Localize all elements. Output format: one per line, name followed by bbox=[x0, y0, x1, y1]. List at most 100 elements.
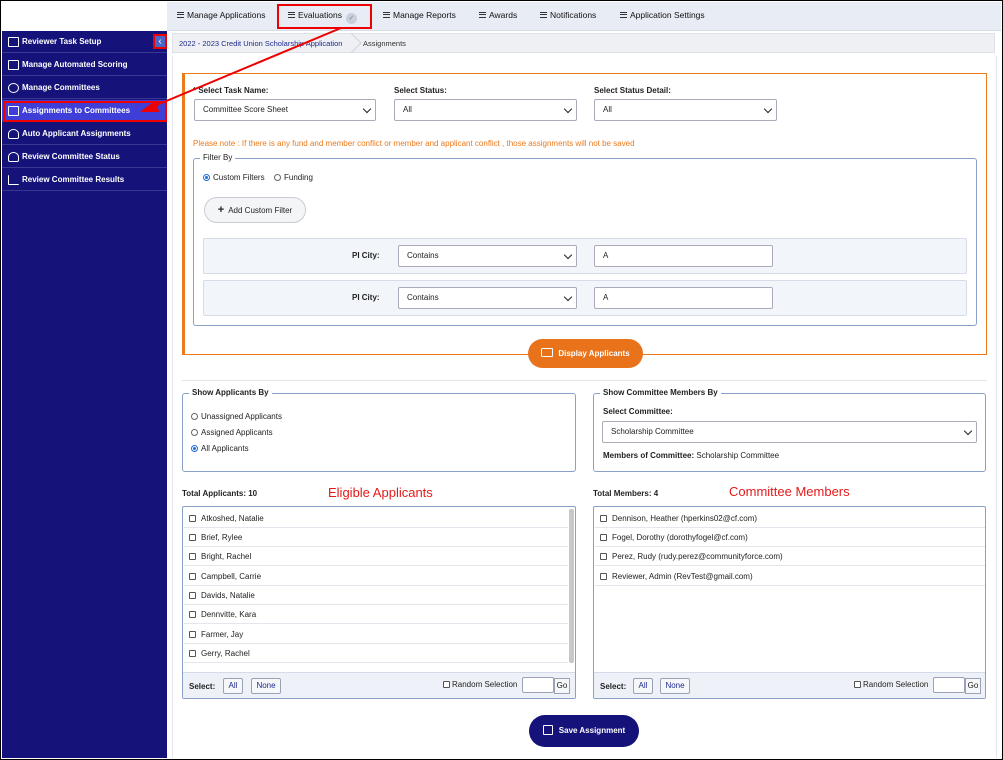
select-all-button[interactable]: All bbox=[633, 678, 653, 694]
list-item[interactable]: Dennvitte, Kara bbox=[189, 610, 256, 619]
nav-application-settings[interactable]: Application Settings bbox=[620, 10, 705, 20]
list-item[interactable]: Davids, Natalie bbox=[189, 591, 255, 600]
checkbox-icon bbox=[189, 611, 196, 618]
sidebar-item-manage-automated-scoring[interactable]: Manage Automated Scoring bbox=[2, 54, 167, 76]
radio-selected-icon bbox=[191, 445, 198, 452]
sidebar-item-reviewer-task-setup[interactable]: Reviewer Task Setup bbox=[2, 31, 167, 53]
list-item[interactable]: Farmer, Jay bbox=[189, 630, 243, 639]
select-value: Contains bbox=[407, 293, 439, 302]
gear-doc-icon bbox=[8, 37, 19, 47]
breadcrumb-separator-icon bbox=[350, 33, 362, 53]
display-applicants-button[interactable]: Display Applicants bbox=[528, 339, 643, 368]
task-name-select[interactable]: Committee Score Sheet bbox=[194, 99, 376, 121]
save-assignment-button[interactable]: Save Assignment bbox=[529, 715, 639, 747]
sidebar-item-review-committee-status[interactable]: Review Committee Status bbox=[2, 146, 167, 168]
nav-manage-reports[interactable]: Manage Reports bbox=[383, 10, 456, 20]
random-count-input[interactable] bbox=[522, 677, 554, 693]
chevron-down-icon bbox=[963, 426, 973, 436]
go-button[interactable]: Go bbox=[965, 678, 981, 694]
row-divider bbox=[184, 565, 568, 566]
select-value: All bbox=[603, 105, 612, 114]
radio-unassigned-applicants[interactable]: Unassigned Applicants bbox=[191, 412, 282, 421]
sidebar: Reviewer Task Setup Manage Automated Sco… bbox=[2, 31, 167, 758]
row-divider bbox=[595, 585, 985, 586]
list-item[interactable]: Perez, Rudy (rudy.perez@communityforce.c… bbox=[600, 552, 783, 561]
radio-unselected-icon bbox=[191, 413, 198, 420]
list-item[interactable]: Campbell, Carrie bbox=[189, 572, 261, 581]
add-custom-filter-button[interactable]: + Add Custom Filter bbox=[204, 197, 306, 223]
applicants-list: Atkoshed, Natalie Brief, Rylee Bright, R… bbox=[182, 506, 576, 699]
checkbox-icon bbox=[189, 650, 196, 657]
status-select[interactable]: All bbox=[394, 99, 577, 121]
list-item[interactable]: Gerry, Rachel bbox=[189, 649, 250, 658]
menu-icon bbox=[177, 12, 184, 18]
list-item[interactable]: Reviewer, Admin (RevTest@gmail.com) bbox=[600, 572, 753, 581]
list-item[interactable]: Brief, Rylee bbox=[189, 533, 242, 542]
list-item[interactable]: Atkoshed, Natalie bbox=[189, 514, 264, 523]
evaluations-highlight-box bbox=[277, 4, 372, 29]
random-selection-checkbox[interactable]: Random Selection bbox=[854, 680, 928, 689]
select-none-button[interactable]: None bbox=[251, 678, 281, 694]
filter-row-2-label: PI City: bbox=[352, 293, 380, 302]
assignments-highlight-box bbox=[3, 101, 167, 122]
select-committee-label: Select Committee: bbox=[603, 407, 673, 416]
row-divider bbox=[184, 643, 568, 644]
row-divider bbox=[184, 662, 568, 663]
nav-manage-applications[interactable]: Manage Applications bbox=[177, 10, 265, 20]
chevron-down-icon bbox=[563, 292, 573, 302]
list-item[interactable]: Dennison, Heather (hperkins02@cf.com) bbox=[600, 514, 757, 523]
select-none-button[interactable]: None bbox=[660, 678, 690, 694]
random-selection-checkbox[interactable]: Random Selection bbox=[443, 680, 517, 689]
menu-icon bbox=[620, 12, 627, 18]
conflict-note: Please note : If there is any fund and m… bbox=[193, 139, 635, 148]
sidebar-collapse-button[interactable]: ‹ bbox=[153, 34, 167, 49]
row-divider bbox=[184, 623, 568, 624]
checkbox-icon bbox=[854, 681, 861, 688]
radio-assigned-applicants[interactable]: Assigned Applicants bbox=[191, 428, 273, 437]
sidebar-item-manage-committees[interactable]: Manage Committees bbox=[2, 77, 167, 99]
committee-select[interactable]: Scholarship Committee bbox=[602, 421, 977, 443]
nav-awards[interactable]: Awards bbox=[479, 10, 517, 20]
chevron-down-icon bbox=[362, 104, 372, 114]
select-value: All bbox=[403, 105, 412, 114]
radio-all-applicants[interactable]: All Applicants bbox=[191, 444, 249, 453]
list-item-label: Dennison, Heather (hperkins02@cf.com) bbox=[612, 514, 758, 523]
row-divider bbox=[595, 546, 985, 547]
random-count-input[interactable] bbox=[933, 677, 965, 693]
select-all-button[interactable]: All bbox=[223, 678, 243, 694]
checkbox-icon bbox=[189, 515, 196, 522]
list-item[interactable]: Bright, Rachel bbox=[189, 552, 251, 561]
radio-label: All Applicants bbox=[201, 444, 249, 453]
nav-label: Manage Applications bbox=[187, 10, 266, 20]
go-button[interactable]: Go bbox=[554, 678, 570, 694]
radio-funding[interactable]: Funding bbox=[274, 173, 313, 182]
members-of-committee: Members of Committee: Scholarship Commit… bbox=[603, 451, 779, 460]
chart-icon bbox=[8, 175, 19, 185]
radio-unselected-icon bbox=[191, 429, 198, 436]
nav-label: Manage Reports bbox=[393, 10, 456, 20]
task-name-label: * Select Task Name: bbox=[193, 86, 269, 95]
filter-row-2-operator-select[interactable]: Contains bbox=[398, 287, 577, 309]
radio-custom-filters[interactable]: Custom Filters bbox=[203, 173, 265, 182]
nav-label: Application Settings bbox=[630, 10, 705, 20]
filter-row-1-value-input[interactable]: A bbox=[594, 245, 773, 267]
status-detail-select[interactable]: All bbox=[594, 99, 777, 121]
row-divider bbox=[184, 585, 568, 586]
sidebar-item-review-committee-results[interactable]: Review Committee Results bbox=[2, 169, 167, 191]
chevron-down-icon bbox=[763, 104, 773, 114]
list-item-label: Davids, Natalie bbox=[201, 591, 255, 600]
sidebar-item-auto-applicant-assignments[interactable]: Auto Applicant Assignments bbox=[2, 123, 167, 145]
breadcrumb-parent-link[interactable]: 2022 - 2023 Credit Union Scholarship App… bbox=[179, 39, 342, 48]
filter-row-1-operator-select[interactable]: Contains bbox=[398, 245, 577, 267]
list-item-label: Campbell, Carrie bbox=[201, 572, 262, 581]
sidebar-item-label: Auto Applicant Assignments bbox=[22, 129, 131, 138]
nav-notifications[interactable]: Notifications bbox=[540, 10, 596, 20]
applicants-scrollbar[interactable] bbox=[569, 509, 574, 663]
filter-row-2-value-input[interactable]: A bbox=[594, 287, 773, 309]
list-item[interactable]: Fogel, Dorothy (dorothyfogel@cf.com) bbox=[600, 533, 748, 542]
total-members: Total Members: 4 bbox=[593, 489, 659, 498]
list-item-label: Farmer, Jay bbox=[201, 630, 244, 639]
select-value: Scholarship Committee bbox=[611, 427, 694, 436]
id-card-icon bbox=[541, 348, 554, 357]
show-members-legend: Show Committee Members By bbox=[600, 388, 721, 397]
